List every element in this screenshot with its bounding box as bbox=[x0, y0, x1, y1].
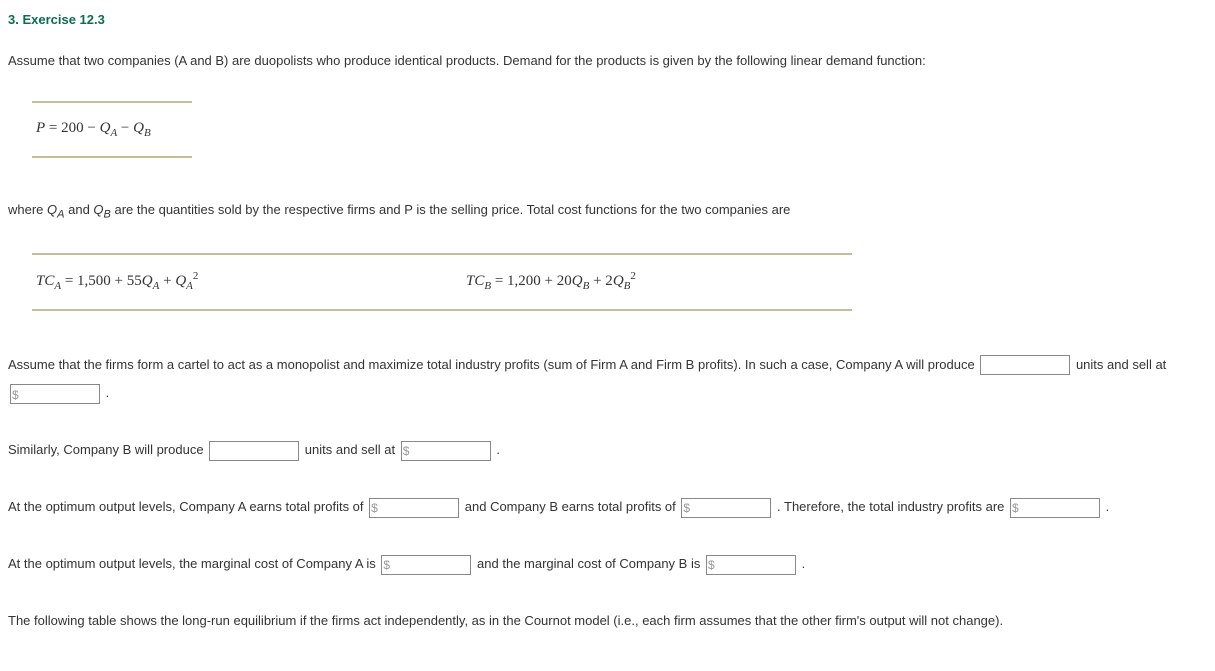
exercise-heading: 3. Exercise 12.3 bbox=[8, 8, 1207, 31]
tcb-q1: Q bbox=[572, 273, 583, 289]
tca-tc: TC bbox=[36, 273, 54, 289]
q4-text-b: and the marginal cost of Company B is bbox=[477, 556, 704, 571]
tcb-tc: TC bbox=[466, 273, 484, 289]
q2-text-a: Similarly, Company B will produce bbox=[8, 442, 207, 457]
q3-text-b: and Company B earns total profits of bbox=[465, 499, 680, 514]
tca-s2: A bbox=[186, 280, 193, 292]
tca-equation: TCA = 1,500 + 55QA + QA2 bbox=[32, 253, 462, 311]
intro-paragraph-2: where QA and QB are the quantities sold … bbox=[8, 198, 1207, 225]
eq-sub-b: B bbox=[144, 127, 151, 139]
q4-end: . bbox=[802, 556, 806, 571]
company-a-profit-input[interactable] bbox=[369, 498, 459, 518]
tca-sup: 2 bbox=[193, 270, 199, 282]
tcb-sup: 2 bbox=[630, 270, 636, 282]
p2-and: and bbox=[65, 202, 94, 217]
company-a-units-input[interactable] bbox=[980, 355, 1070, 375]
eq-qa: Q bbox=[100, 120, 111, 136]
company-a-mc-input[interactable] bbox=[381, 555, 471, 575]
tca-eq: = 1,500 + 55 bbox=[61, 273, 142, 289]
q3-text-a: At the optimum output levels, Company A … bbox=[8, 499, 367, 514]
tca-q2: Q bbox=[175, 273, 186, 289]
question-line-2: Similarly, Company B will produce units … bbox=[8, 436, 1207, 465]
q3-text-c: . Therefore, the total industry profits … bbox=[777, 499, 1008, 514]
company-a-price-input[interactable] bbox=[10, 384, 100, 404]
p2-text-b: are the quantities sold by the respectiv… bbox=[111, 202, 791, 217]
q3-end: . bbox=[1106, 499, 1110, 514]
q1-end: . bbox=[106, 385, 110, 400]
company-b-units-input[interactable] bbox=[209, 441, 299, 461]
q2-end: . bbox=[496, 442, 500, 457]
question-line-1: Assume that the firms form a cartel to a… bbox=[8, 351, 1207, 408]
demand-equation: P = 200 − QA − QB bbox=[32, 101, 192, 158]
intro-paragraph-1: Assume that two companies (A and B) are … bbox=[8, 49, 1207, 72]
tcb-equation: TCB = 1,200 + 20QB + 2QB2 bbox=[462, 253, 852, 311]
p2-sa: A bbox=[57, 208, 64, 220]
eq-qb: Q bbox=[133, 120, 144, 136]
q1-units: units and sell at bbox=[1076, 357, 1166, 372]
q2-units: units and sell at bbox=[305, 442, 399, 457]
question-line-3: At the optimum output levels, Company A … bbox=[8, 493, 1207, 522]
p2-sb: B bbox=[104, 208, 111, 220]
tcb-q2: Q bbox=[613, 273, 624, 289]
p2-qb: Q bbox=[93, 202, 103, 217]
eq-eq200: = 200 − bbox=[45, 120, 99, 136]
tca-plus: + bbox=[159, 273, 175, 289]
eq-minus: − bbox=[117, 120, 133, 136]
company-b-price-input[interactable] bbox=[401, 441, 491, 461]
company-b-profit-input[interactable] bbox=[681, 498, 771, 518]
tcb-plus: + 2 bbox=[589, 273, 612, 289]
cournot-paragraph: The following table shows the long-run e… bbox=[8, 607, 1207, 636]
p2-text-a: where bbox=[8, 202, 47, 217]
company-b-mc-input[interactable] bbox=[706, 555, 796, 575]
q4-text-a: At the optimum output levels, the margin… bbox=[8, 556, 379, 571]
total-industry-profit-input[interactable] bbox=[1010, 498, 1100, 518]
tca-q1: Q bbox=[142, 273, 153, 289]
cost-equation-block: TCA = 1,500 + 55QA + QA2 TCB = 1,200 + 2… bbox=[32, 253, 1207, 311]
tcb-eq: = 1,200 + 20 bbox=[491, 273, 572, 289]
p2-qa: Q bbox=[47, 202, 57, 217]
demand-equation-block: P = 200 − QA − QB bbox=[32, 101, 1207, 158]
question-line-4: At the optimum output levels, the margin… bbox=[8, 550, 1207, 579]
eq-p: P bbox=[36, 120, 45, 136]
q1-text-a: Assume that the firms form a cartel to a… bbox=[8, 357, 978, 372]
